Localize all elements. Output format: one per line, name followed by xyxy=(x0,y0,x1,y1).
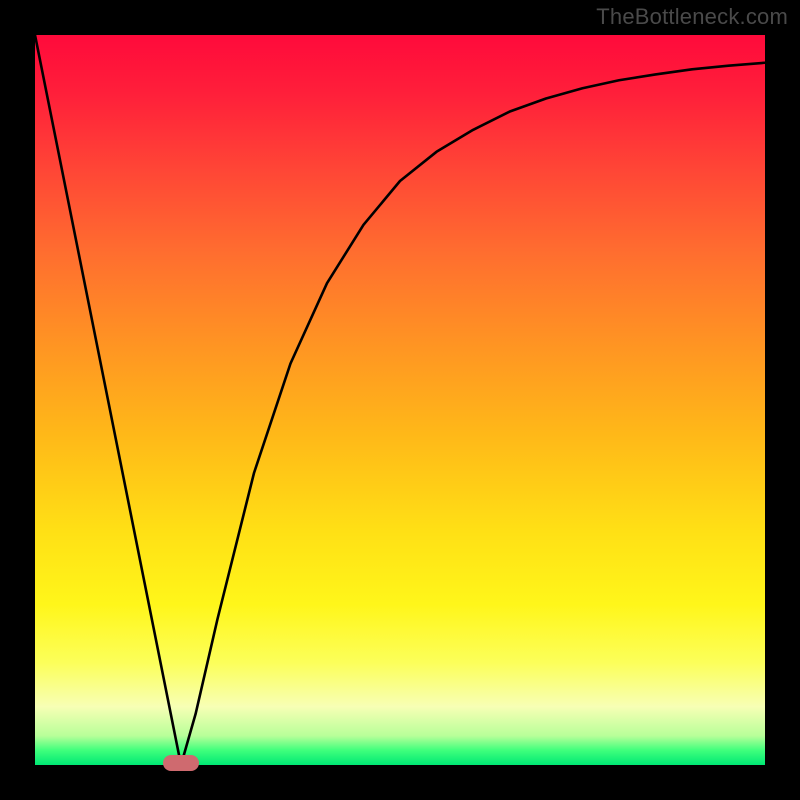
bottleneck-curve xyxy=(35,35,765,765)
curve-svg xyxy=(35,35,765,765)
plot-area xyxy=(35,35,765,765)
watermark-text: TheBottleneck.com xyxy=(596,4,788,30)
chart-frame: TheBottleneck.com xyxy=(0,0,800,800)
minimum-marker xyxy=(163,755,199,771)
